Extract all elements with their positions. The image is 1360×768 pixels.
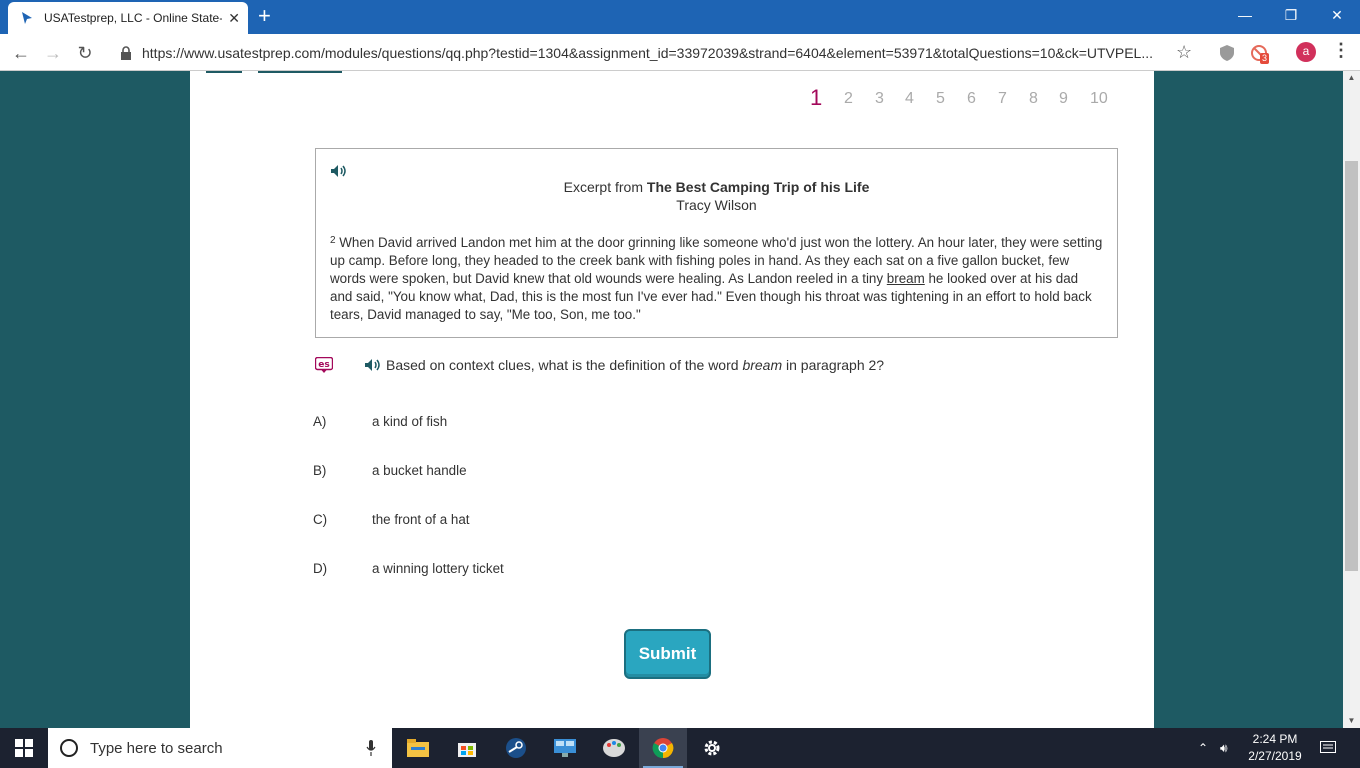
clock-date: 2/27/2019 [1248, 749, 1302, 763]
scrollbar-thumb[interactable] [1345, 161, 1358, 571]
page-scrollbar[interactable]: ▲ ▼ [1343, 71, 1360, 728]
choice-letter: A) [313, 414, 327, 429]
shield-extension-icon[interactable] [1218, 44, 1236, 62]
browser-menu-icon[interactable]: ⋮ [1332, 40, 1350, 61]
passage-author: Tracy Wilson [676, 197, 757, 213]
passage-heading: Excerpt from The Best Camping Trip of hi… [316, 179, 1117, 195]
top-tab-stub [258, 71, 342, 73]
profile-avatar[interactable]: a [1296, 42, 1316, 62]
chrome-taskbar-icon[interactable] [639, 728, 687, 768]
excerpt-prefix: Excerpt from [563, 179, 643, 195]
action-center-icon [1320, 741, 1336, 753]
answer-choice-c[interactable]: C) the front of a hat [313, 512, 813, 534]
restore-icon[interactable]: ❐ [1268, 0, 1314, 30]
usatestprep-favicon-icon [22, 12, 32, 24]
taskbar-search[interactable]: Type here to search [48, 728, 392, 768]
extension-with-badge[interactable]: 3 [1250, 44, 1274, 66]
clock-time: 2:24 PM [1252, 732, 1298, 746]
extension-badge: 3 [1260, 53, 1270, 64]
browser-toolbar: ← → ↻ https://www.usatestprep.com/module… [0, 34, 1360, 71]
address-bar[interactable]: https://www.usatestprep.com/modules/ques… [108, 38, 1206, 68]
reload-icon[interactable]: ↻ [74, 42, 96, 64]
bookmark-star-icon[interactable]: ☆ [1176, 42, 1192, 63]
paint-app-icon[interactable] [590, 728, 638, 768]
question-navigation: 1 2 3 4 5 6 7 8 9 10 [190, 83, 1154, 115]
spanish-translation-icon[interactable]: es [315, 357, 333, 374]
question-nav-10[interactable]: 10 [1090, 90, 1108, 108]
browser-titlebar: USATestprep, LLC - Online State- ✕ + — ❐… [0, 0, 1360, 34]
passage-paragraph: 2 When David arrived Landon met him at t… [330, 232, 1104, 324]
file-explorer-icon[interactable] [394, 728, 442, 768]
palette-icon [603, 739, 625, 757]
choice-letter: B) [313, 463, 327, 478]
chrome-logo-icon [652, 738, 674, 759]
svg-text:es: es [318, 360, 329, 370]
assessment-panel: 1 2 3 4 5 6 7 8 9 10 Excerpt from The Be… [190, 71, 1154, 728]
back-arrow-icon[interactable]: ← [10, 42, 32, 64]
folder-icon [407, 739, 429, 757]
answer-choice-b[interactable]: B) a bucket handle [313, 463, 813, 485]
control-panel-icon[interactable] [541, 728, 589, 768]
question-nav-7[interactable]: 7 [998, 90, 1007, 108]
monitor-icon [554, 739, 576, 757]
scroll-up-icon[interactable]: ▲ [1343, 71, 1360, 85]
new-tab-icon[interactable]: + [258, 5, 271, 27]
forward-arrow-icon[interactable]: → [42, 42, 64, 64]
microphone-icon[interactable] [366, 740, 376, 756]
vocab-word: bream [886, 271, 925, 286]
windows-logo-icon [15, 739, 33, 757]
store-icon[interactable] [443, 728, 491, 768]
steam-logo-icon [506, 738, 526, 758]
chevron-up-icon[interactable]: ⌃ [1198, 728, 1208, 768]
lock-icon [121, 46, 131, 60]
top-tab-stub [206, 71, 242, 73]
shopping-bag-icon [458, 743, 476, 757]
tab-title: USATestprep, LLC - Online State- [44, 11, 223, 25]
close-window-icon[interactable]: ✕ [1314, 0, 1360, 30]
reading-passage: Excerpt from The Best Camping Trip of hi… [315, 148, 1118, 338]
start-button[interactable] [0, 728, 48, 768]
answer-choice-a[interactable]: A) a kind of fish [313, 414, 813, 436]
scroll-down-icon[interactable]: ▼ [1343, 714, 1360, 728]
question-stem: Based on context clues, what is the defi… [386, 357, 884, 373]
question-nav-8[interactable]: 8 [1029, 90, 1038, 108]
submit-button[interactable]: Submit [624, 629, 711, 679]
steam-icon[interactable] [492, 728, 540, 768]
volume-icon[interactable]: 🔊︎ [1220, 728, 1228, 768]
audio-speaker-icon[interactable] [330, 164, 348, 178]
question-nav-3[interactable]: 3 [875, 90, 884, 108]
minimize-icon[interactable]: — [1222, 0, 1268, 30]
answer-choice-d[interactable]: D) a winning lottery ticket [313, 561, 813, 583]
choice-letter: D) [313, 561, 328, 576]
gear-icon [704, 740, 720, 756]
notification-icon[interactable] [1320, 728, 1336, 768]
tab-close-icon[interactable]: ✕ [228, 10, 240, 27]
passage-title: The Best Camping Trip of his Life [646, 179, 870, 195]
cortana-circle-icon [60, 739, 78, 757]
question-nav-9[interactable]: 9 [1059, 90, 1068, 108]
settings-taskbar-icon[interactable] [688, 728, 736, 768]
taskbar-clock[interactable]: 2:24 PM 2/27/2019 [1240, 731, 1310, 765]
question-nav-5[interactable]: 5 [936, 90, 945, 108]
url-text: https://www.usatestprep.com/modules/ques… [142, 45, 1153, 61]
choice-letter: C) [313, 512, 328, 527]
question-nav-2[interactable]: 2 [844, 90, 853, 108]
question-text-after: in paragraph 2? [782, 357, 885, 373]
browser-tab[interactable]: USATestprep, LLC - Online State- ✕ [8, 2, 248, 34]
question-audio-icon[interactable] [364, 358, 382, 372]
choice-text: a bucket handle [372, 463, 467, 478]
windows-taskbar: Type here to search ⌃ 🔊︎ 2:24 PM 2/27/20… [0, 728, 1360, 768]
question-text-before: Based on context clues, what is the defi… [386, 357, 743, 373]
question-word: bream [742, 357, 783, 373]
choice-text: a kind of fish [372, 414, 448, 429]
search-placeholder: Type here to search [90, 739, 223, 757]
question-nav-4[interactable]: 4 [905, 90, 914, 108]
question-nav-1[interactable]: 1 [810, 85, 822, 111]
choice-text: the front of a hat [372, 512, 470, 527]
question-nav-6[interactable]: 6 [967, 90, 976, 108]
choice-text: a winning lottery ticket [372, 561, 504, 576]
